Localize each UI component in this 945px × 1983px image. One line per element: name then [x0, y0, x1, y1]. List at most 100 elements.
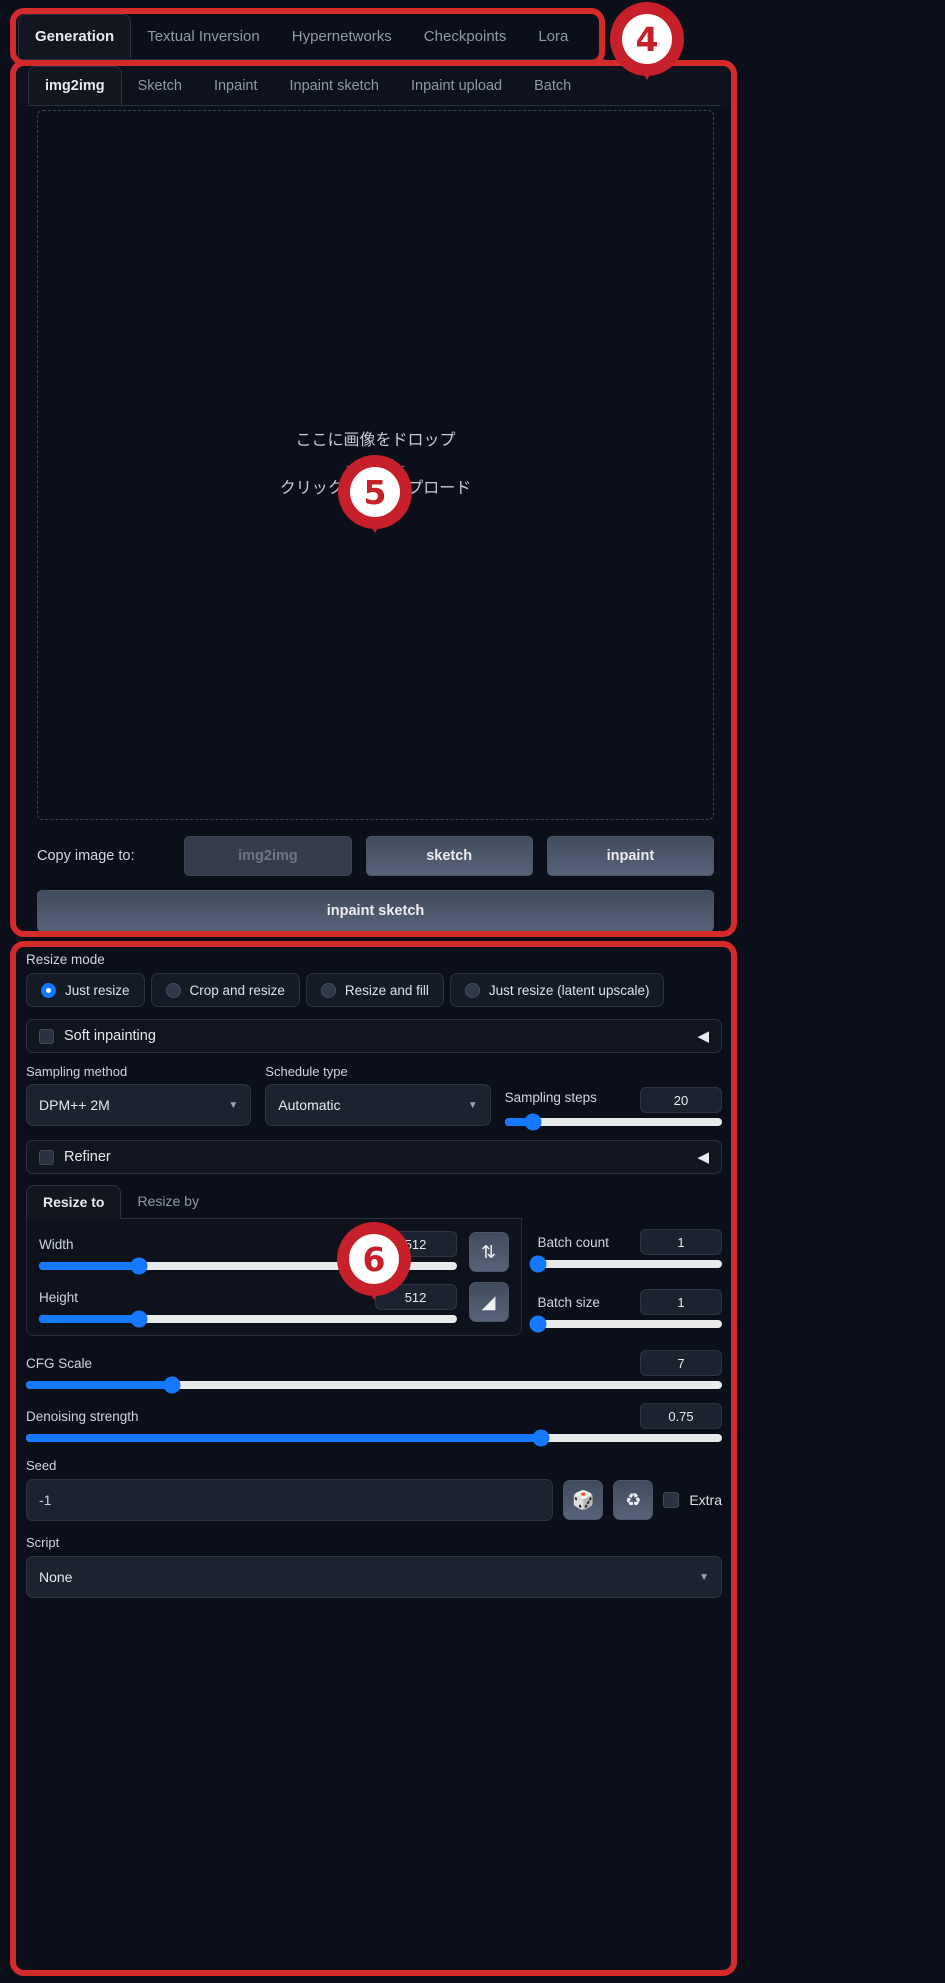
schedule-type-value: Automatic	[278, 1097, 341, 1113]
radio-icon	[165, 982, 181, 998]
sampling-steps-field: Sampling steps 20	[504, 1064, 722, 1131]
marker-bubble: 4	[610, 2, 684, 76]
tab-inpaint[interactable]: Inpaint	[198, 66, 274, 105]
refiner-checkbox[interactable]	[39, 1149, 54, 1165]
denoising-strength-slider[interactable]	[26, 1429, 722, 1447]
schedule-type-select[interactable]: Automatic ▼	[265, 1084, 491, 1126]
tab-generation[interactable]: Generation	[18, 14, 132, 59]
tab-resize-by-label: Resize by	[137, 1193, 199, 1209]
tab-inpaint-label: Inpaint	[213, 77, 258, 94]
slider-knob[interactable]	[524, 1113, 542, 1131]
copy-to-sketch-label: sketch	[426, 848, 473, 864]
height-label: Height	[39, 1289, 79, 1305]
script-select[interactable]: None ▼	[26, 1556, 722, 1598]
copy-to-sketch-button[interactable]: sketch	[365, 836, 533, 876]
tab-checkpoints[interactable]: Checkpoints	[408, 14, 523, 59]
refiner-accordion[interactable]: Refiner ◀	[26, 1140, 722, 1174]
cfg-scale-label: CFG Scale	[26, 1355, 93, 1371]
copy-image-row: Copy image to: img2img sketch inpaint	[37, 836, 715, 876]
tab-inpaint-upload[interactable]: Inpaint upload	[395, 66, 518, 105]
slider-knob[interactable]	[529, 1255, 547, 1273]
chevron-left-icon[interactable]: ◀	[697, 1029, 709, 1044]
schedule-type-field: Schedule type Automatic ▼	[265, 1064, 491, 1126]
sampling-steps-value[interactable]: 20	[639, 1087, 722, 1113]
cfg-scale-field: CFG Scale 7	[26, 1350, 722, 1394]
marker-bubble: 6	[337, 1222, 411, 1296]
sampler-row: Sampling method DPM++ 2M ▼ Schedule type…	[26, 1064, 722, 1131]
tab-batch-label: Batch	[534, 77, 572, 94]
batch-size-slider[interactable]	[529, 1315, 722, 1333]
slider-knob[interactable]	[130, 1310, 148, 1328]
batch-count-value[interactable]: 1	[640, 1229, 722, 1255]
tab-batch[interactable]: Batch	[518, 66, 587, 105]
sampling-method-field: Sampling method DPM++ 2M ▼	[26, 1064, 252, 1126]
resize-mode-just-resize[interactable]: Just resize	[26, 973, 145, 1007]
swap-dimensions-button[interactable]: ⇅	[468, 1232, 509, 1272]
copy-to-inpaint-button[interactable]: inpaint	[546, 836, 715, 876]
resize-mode-latent-upscale[interactable]: Just resize (latent upscale)	[449, 973, 665, 1007]
tab-sketch[interactable]: Sketch	[122, 66, 198, 105]
resize-mode-latent-upscale-label: Just resize (latent upscale)	[488, 982, 650, 998]
refiner-label: Refiner	[64, 1149, 111, 1165]
tab-resize-to[interactable]: Resize to	[26, 1185, 122, 1219]
cfg-scale-slider[interactable]	[26, 1376, 722, 1394]
tab-hypernetworks[interactable]: Hypernetworks	[276, 14, 408, 59]
tab-lora[interactable]: Lora	[522, 14, 584, 59]
resize-mode-radio-group[interactable]: Just resize Crop and resize Resize and f…	[26, 973, 722, 1007]
tab-inpaint-upload-label: Inpaint upload	[411, 77, 503, 94]
tab-textual-inversion[interactable]: Textual Inversion	[131, 14, 276, 59]
seed-input[interactable]: -1	[26, 1479, 554, 1521]
swap-arrows-icon: ⇅	[481, 1241, 497, 1262]
triangular-ruler-icon: ◢	[481, 1291, 496, 1312]
soft-inpainting-checkbox[interactable]	[39, 1028, 54, 1044]
extra-checkbox[interactable]	[663, 1492, 680, 1508]
sampling-steps-slider[interactable]	[504, 1113, 722, 1131]
marker-6-number: 6	[349, 1234, 399, 1284]
resize-mode-just-resize-label: Just resize	[65, 982, 130, 998]
resize-mode-crop-and-resize-label: Crop and resize	[189, 982, 285, 998]
tab-inpaint-sketch[interactable]: Inpaint sketch	[274, 66, 395, 105]
chevron-left-icon[interactable]: ◀	[697, 1150, 709, 1165]
tab-resize-by[interactable]: Resize by	[121, 1185, 214, 1218]
generation-tab-bar[interactable]: Generation Textual Inversion Hypernetwor…	[18, 14, 606, 60]
resize-tab-bar[interactable]: Resize to Resize by	[26, 1185, 522, 1219]
reuse-seed-button[interactable]: ♻	[613, 1480, 654, 1520]
copy-to-img2img-button[interactable]: img2img	[184, 836, 352, 876]
tab-generation-label: Generation	[35, 28, 115, 45]
batch-count-field: Batch count 1	[529, 1229, 722, 1273]
denoising-strength-value[interactable]: 0.75	[640, 1403, 722, 1429]
radio-icon	[41, 982, 56, 998]
denoising-strength-label: Denoising strength	[26, 1408, 139, 1424]
batch-size-value[interactable]: 1	[640, 1289, 722, 1315]
chevron-down-icon: ▼	[228, 1099, 239, 1111]
radio-icon	[320, 982, 336, 998]
resize-mode-crop-and-resize[interactable]: Crop and resize	[150, 973, 300, 1007]
resize-mode-resize-and-fill[interactable]: Resize and fill	[305, 973, 444, 1007]
cfg-scale-value[interactable]: 7	[640, 1350, 722, 1376]
random-seed-button[interactable]: 🎲	[563, 1480, 604, 1520]
batch-count-slider[interactable]	[529, 1255, 722, 1273]
slider-knob[interactable]	[529, 1315, 547, 1333]
chevron-down-icon: ▼	[467, 1099, 478, 1111]
copy-to-inpaint-sketch-button[interactable]: inpaint sketch	[37, 890, 714, 932]
seed-label: Seed	[26, 1458, 57, 1473]
batch-group: Batch count 1 Batch size 1	[529, 1185, 722, 1333]
tab-textual-inversion-label: Textual Inversion	[147, 28, 260, 45]
slider-knob[interactable]	[130, 1257, 148, 1275]
copy-to-img2img-label: img2img	[238, 848, 298, 864]
tab-hypernetworks-label: Hypernetworks	[291, 28, 392, 45]
seed-value: -1	[39, 1492, 52, 1508]
height-slider[interactable]	[39, 1310, 457, 1328]
marker-6: 6	[337, 1222, 411, 1300]
dice-icon: 🎲	[572, 1489, 595, 1510]
slider-knob[interactable]	[163, 1376, 181, 1394]
slider-knob[interactable]	[532, 1429, 550, 1447]
tab-img2img-label: img2img	[45, 77, 105, 94]
tab-img2img[interactable]: img2img	[28, 66, 122, 105]
sampling-method-select[interactable]: DPM++ 2M ▼	[26, 1084, 252, 1126]
detect-aspect-ratio-button[interactable]: ◢	[468, 1282, 509, 1322]
soft-inpainting-accordion[interactable]: Soft inpainting ◀	[26, 1019, 722, 1053]
sampling-method-value: DPM++ 2M	[39, 1097, 110, 1113]
radio-icon	[464, 982, 480, 998]
script-value: None	[39, 1569, 73, 1585]
